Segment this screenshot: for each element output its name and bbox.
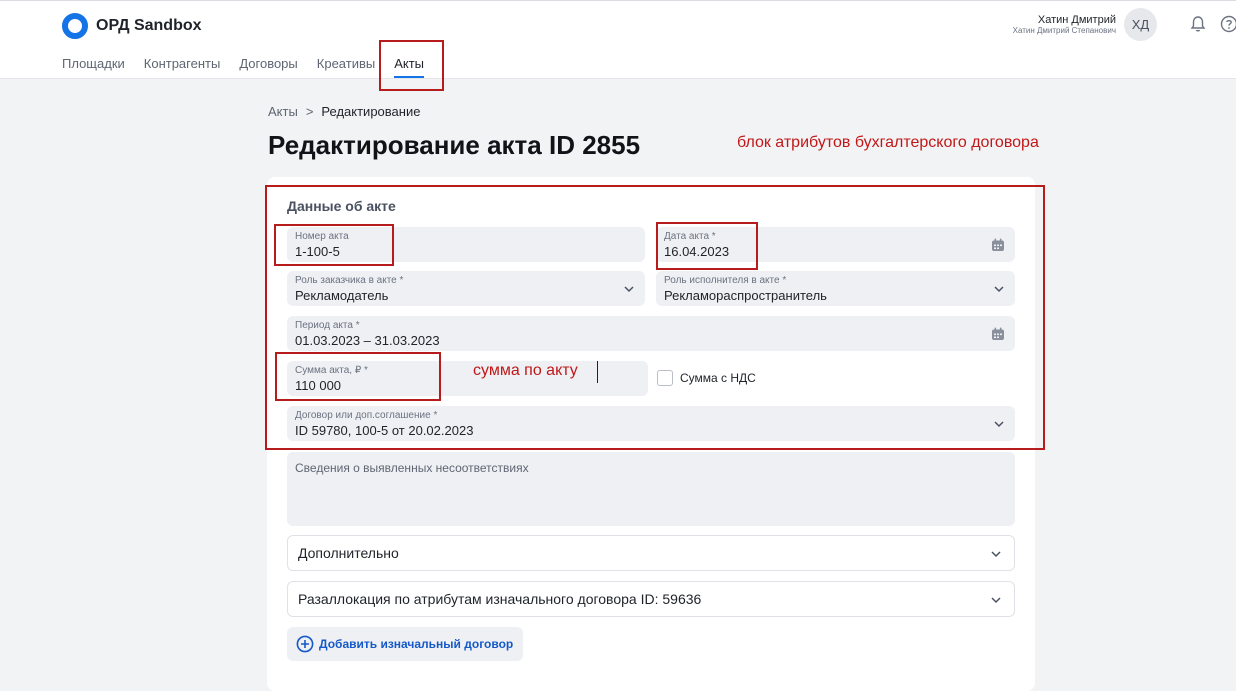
chevron-down-icon	[991, 597, 1001, 604]
nav-item-creatives[interactable]: Креативы	[317, 56, 375, 78]
act-date-value: 16.04.2023	[664, 244, 730, 259]
breadcrumb: Акты > Редактирование	[268, 104, 420, 119]
calendar-icon[interactable]	[991, 327, 1005, 341]
act-period-field[interactable]: Период акта * 01.03.2023 – 31.03.2023	[287, 316, 1015, 351]
calendar-icon[interactable]	[991, 238, 1005, 252]
act-date-label: Дата акта *	[664, 231, 716, 242]
executor-role-select[interactable]: Роль исполнителя в акте * Рекламораспрос…	[656, 271, 1015, 306]
chevron-down-icon	[994, 286, 1004, 293]
nav-item-contracts[interactable]: Договоры	[239, 56, 297, 78]
reallocation-accordion[interactable]: Разаллокация по атрибутам изначального д…	[287, 581, 1015, 617]
act-amount-input[interactable]: Сумма акта, ₽ * 110 000	[287, 361, 648, 396]
app-logo[interactable]: ОРД Sandbox	[62, 13, 202, 39]
contract-select[interactable]: Договор или доп.соглашение * ID 59780, 1…	[287, 406, 1015, 441]
act-number-label: Номер акта	[295, 231, 349, 242]
act-amount-value: 110 000	[295, 378, 342, 393]
discrepancies-textarea[interactable]: Сведения о выявленных несоответствиях	[287, 452, 1015, 526]
executor-role-value: Рекламораспространитель	[664, 288, 827, 303]
contract-label: Договор или доп.соглашение *	[295, 410, 438, 421]
customer-role-label: Роль заказчика в акте *	[295, 275, 404, 286]
section-title: Данные об акте	[287, 198, 396, 214]
annotation-sum-label: сумма по акту	[473, 362, 578, 379]
act-number-value: 1-100-5	[295, 244, 340, 259]
breadcrumb-current: Редактирование	[321, 104, 421, 119]
contract-value: ID 59780, 100-5 от 20.02.2023	[295, 423, 474, 438]
app-name: ОРД Sandbox	[96, 17, 202, 34]
act-number-field[interactable]: Номер акта 1-100-5	[287, 227, 645, 262]
plus-circle-icon	[296, 635, 314, 653]
discrepancies-placeholder: Сведения о выявленных несоответствиях	[295, 461, 529, 475]
text-cursor	[597, 361, 598, 383]
user-name: Хатин Дмитрий	[1037, 14, 1116, 26]
chevron-down-icon	[994, 421, 1004, 428]
nav-item-acts[interactable]: Акты	[394, 56, 424, 78]
bell-icon[interactable]	[1189, 15, 1207, 33]
nav-item-counterparties[interactable]: Контрагенты	[144, 56, 221, 78]
page-title: Редактирование акта ID 2855	[268, 130, 641, 160]
act-period-value: 01.03.2023 – 31.03.2023	[295, 333, 440, 348]
vat-checkbox-label: Сумма с НДС	[680, 371, 756, 385]
breadcrumb-separator: >	[305, 104, 314, 119]
user-info[interactable]: Хатин Дмитрий Хатин Дмитрий Степанович	[1013, 14, 1116, 36]
logo-ring-icon	[62, 13, 88, 39]
act-date-field[interactable]: Дата акта * 16.04.2023	[656, 227, 1015, 262]
avatar[interactable]: ХД	[1124, 8, 1157, 41]
customer-role-select[interactable]: Роль заказчика в акте * Рекламодатель	[287, 271, 645, 306]
chevron-down-icon	[624, 286, 634, 293]
customer-role-value: Рекламодатель	[295, 288, 389, 303]
vat-checkbox[interactable]	[657, 370, 673, 386]
help-icon[interactable]	[1220, 15, 1236, 33]
additional-label: Дополнительно	[298, 545, 399, 561]
main-nav: Площадки Контрагенты Договоры Креативы А…	[62, 56, 443, 78]
act-period-label: Период акта *	[295, 320, 360, 331]
add-initial-contract-button[interactable]: Добавить изначальный договор	[287, 627, 523, 661]
reallocation-label: Разаллокация по атрибутам изначального д…	[298, 591, 702, 607]
executor-role-label: Роль исполнителя в акте *	[664, 275, 787, 286]
act-amount-label: Сумма акта, ₽ *	[295, 365, 368, 376]
breadcrumb-acts[interactable]: Акты	[268, 104, 298, 119]
annotation-block-label: блок атрибутов бухгалтерского договора	[737, 134, 1039, 151]
user-full-name: Хатин Дмитрий Степанович	[1012, 26, 1116, 35]
chevron-down-icon	[991, 551, 1001, 558]
add-initial-contract-label: Добавить изначальный договор	[319, 637, 514, 651]
additional-accordion[interactable]: Дополнительно	[287, 535, 1015, 571]
top-header: ОРД Sandbox Хатин Дмитрий Хатин Дмитрий …	[0, 0, 1236, 79]
nav-item-platforms[interactable]: Площадки	[62, 56, 125, 78]
